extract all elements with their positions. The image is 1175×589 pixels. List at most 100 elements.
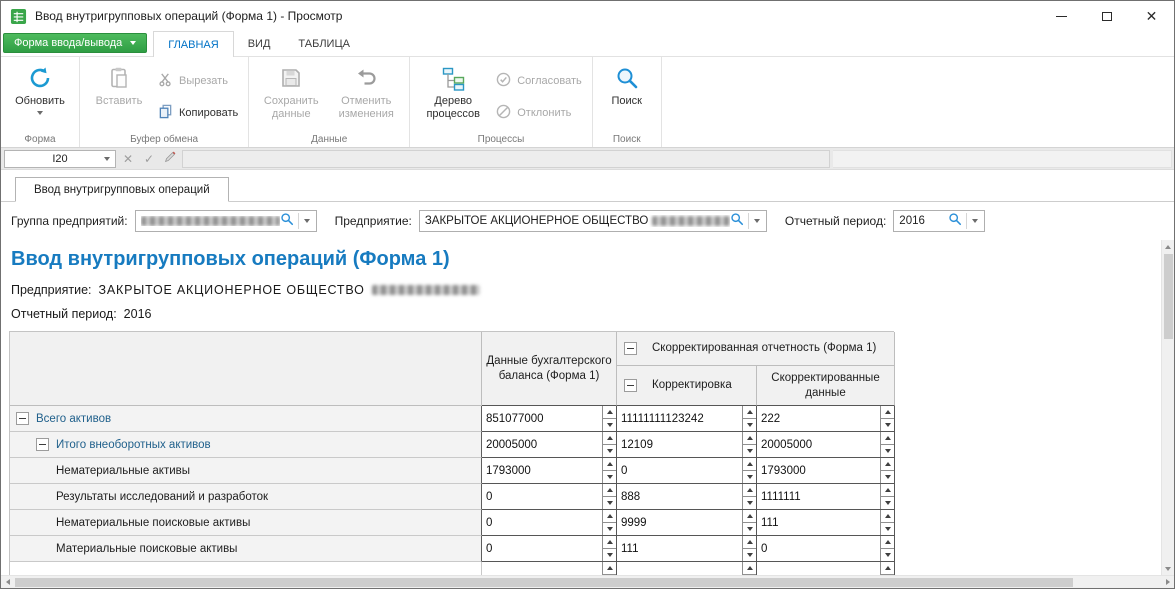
- spin-down-button[interactable]: [881, 548, 894, 561]
- spin-up-button[interactable]: [881, 562, 894, 574]
- spin-up-button[interactable]: [603, 536, 616, 548]
- adjusted-value-cell[interactable]: 0: [757, 536, 895, 562]
- adjustment-value-cell[interactable]: 111: [617, 536, 757, 562]
- reject-button[interactable]: Отклонить: [491, 102, 586, 124]
- function-button[interactable]: [161, 150, 179, 168]
- spin-down-button[interactable]: [743, 548, 756, 561]
- spin-down-button[interactable]: [603, 522, 616, 535]
- balance-value-cell[interactable]: 1793000: [482, 458, 617, 484]
- adjusted-value-cell[interactable]: 222: [757, 406, 895, 432]
- spin-down-button[interactable]: [603, 574, 616, 575]
- row-label-cell[interactable]: Нематериальные поисковые активы: [10, 510, 482, 536]
- spin-down-button[interactable]: [743, 574, 756, 575]
- minimize-button[interactable]: [1039, 1, 1084, 31]
- tab-main[interactable]: ГЛАВНАЯ: [153, 31, 233, 57]
- cancel-edit-button[interactable]: ✕: [119, 150, 137, 168]
- row-label-cell[interactable]: Всего активов: [10, 406, 482, 432]
- scroll-down-button[interactable]: [1162, 562, 1175, 575]
- row-label-cell[interactable]: Итого внеоборотных активов: [10, 432, 482, 458]
- adjusted-value-cell[interactable]: 1793000: [757, 458, 895, 484]
- spin-down-button[interactable]: [743, 522, 756, 535]
- value-cell[interactable]: [617, 562, 757, 575]
- spin-up-button[interactable]: [743, 536, 756, 548]
- tab-table[interactable]: ТАБЛИЦА: [284, 31, 364, 56]
- spin-down-button[interactable]: [603, 496, 616, 509]
- enterprise-filter-input[interactable]: ЗАКРЫТОЕ АКЦИОНЕРНОЕ ОБЩЕСТВО: [419, 210, 767, 232]
- row-label-cell[interactable]: Нематериальные активы: [10, 458, 482, 484]
- process-tree-button[interactable]: Дерево процессов: [415, 60, 491, 120]
- vertical-scrollbar[interactable]: [1161, 240, 1174, 575]
- adjustment-value-cell[interactable]: 9999: [617, 510, 757, 536]
- approve-button[interactable]: Согласовать: [491, 70, 586, 92]
- spin-down-button[interactable]: [603, 470, 616, 483]
- spin-down-button[interactable]: [743, 496, 756, 509]
- expand-box[interactable]: [16, 412, 29, 425]
- spin-up-button[interactable]: [603, 510, 616, 522]
- search-button[interactable]: Поиск: [598, 60, 656, 108]
- spin-down-button[interactable]: [603, 548, 616, 561]
- balance-value-cell[interactable]: 851077000: [482, 406, 617, 432]
- spin-up-button[interactable]: [881, 484, 894, 496]
- spin-up-button[interactable]: [881, 406, 894, 418]
- vertical-scroll-thumb[interactable]: [1164, 254, 1173, 339]
- adjustment-value-cell[interactable]: 888: [617, 484, 757, 510]
- scroll-up-button[interactable]: [1162, 240, 1175, 253]
- spin-down-button[interactable]: [881, 496, 894, 509]
- horizontal-scrollbar[interactable]: [1, 575, 1174, 588]
- spin-up-button[interactable]: [881, 458, 894, 470]
- value-cell[interactable]: [757, 562, 895, 575]
- expand-box[interactable]: [36, 438, 49, 451]
- app-menu-button[interactable]: Форма ввода/вывода: [3, 33, 147, 53]
- spin-down-button[interactable]: [603, 444, 616, 457]
- spin-up-button[interactable]: [743, 510, 756, 522]
- spin-down-button[interactable]: [743, 470, 756, 483]
- adjusted-value-cell[interactable]: 111: [757, 510, 895, 536]
- spin-up-button[interactable]: [743, 458, 756, 470]
- group-filter-dropdown[interactable]: [302, 211, 316, 231]
- enterprise-filter-dropdown[interactable]: [752, 211, 766, 231]
- row-label-cell[interactable]: Результаты исследований и разработок: [10, 484, 482, 510]
- refresh-button[interactable]: Обновить: [6, 60, 74, 115]
- collapse-icon[interactable]: [624, 379, 637, 392]
- balance-value-cell[interactable]: 0: [482, 536, 617, 562]
- copy-button[interactable]: Копировать: [153, 102, 243, 124]
- cell-reference-box[interactable]: I20: [4, 150, 116, 168]
- paste-button[interactable]: Вставить: [85, 60, 153, 108]
- spin-up-button[interactable]: [603, 562, 616, 574]
- adjusted-value-cell[interactable]: 20005000: [757, 432, 895, 458]
- undo-changes-button[interactable]: Отменить изменения: [328, 60, 404, 120]
- maximize-button[interactable]: [1084, 1, 1129, 31]
- spin-down-button[interactable]: [743, 418, 756, 431]
- save-data-button[interactable]: Сохранить данные: [254, 60, 328, 120]
- tab-view[interactable]: ВИД: [234, 31, 285, 56]
- spin-down-button[interactable]: [881, 574, 894, 575]
- balance-value-cell[interactable]: 0: [482, 484, 617, 510]
- period-filter-dropdown[interactable]: [970, 211, 984, 231]
- spin-up-button[interactable]: [603, 432, 616, 444]
- formula-input[interactable]: [182, 150, 830, 168]
- spin-up-button[interactable]: [603, 484, 616, 496]
- adjusted-value-cell[interactable]: 1111111: [757, 484, 895, 510]
- balance-value-cell[interactable]: 0: [482, 510, 617, 536]
- collapse-icon[interactable]: [624, 342, 637, 355]
- spin-up-button[interactable]: [603, 458, 616, 470]
- spin-up-button[interactable]: [603, 406, 616, 418]
- scroll-left-button[interactable]: [1, 576, 14, 589]
- group-filter-input[interactable]: [135, 210, 317, 232]
- confirm-edit-button[interactable]: ✓: [140, 150, 158, 168]
- row-label-cell[interactable]: Материальные поисковые активы: [10, 536, 482, 562]
- horizontal-scroll-thumb[interactable]: [15, 578, 1073, 587]
- cut-button[interactable]: Вырезать: [153, 70, 243, 92]
- period-filter-input[interactable]: 2016: [893, 210, 985, 232]
- adjustment-value-cell[interactable]: 0: [617, 458, 757, 484]
- spin-down-button[interactable]: [743, 444, 756, 457]
- scroll-right-button[interactable]: [1161, 576, 1174, 589]
- close-button[interactable]: ✕: [1129, 1, 1174, 31]
- spin-down-button[interactable]: [881, 418, 894, 431]
- spin-up-button[interactable]: [881, 536, 894, 548]
- spin-down-button[interactable]: [881, 444, 894, 457]
- spin-down-button[interactable]: [603, 418, 616, 431]
- spin-up-button[interactable]: [743, 432, 756, 444]
- spin-up-button[interactable]: [743, 406, 756, 418]
- spin-up-button[interactable]: [881, 432, 894, 444]
